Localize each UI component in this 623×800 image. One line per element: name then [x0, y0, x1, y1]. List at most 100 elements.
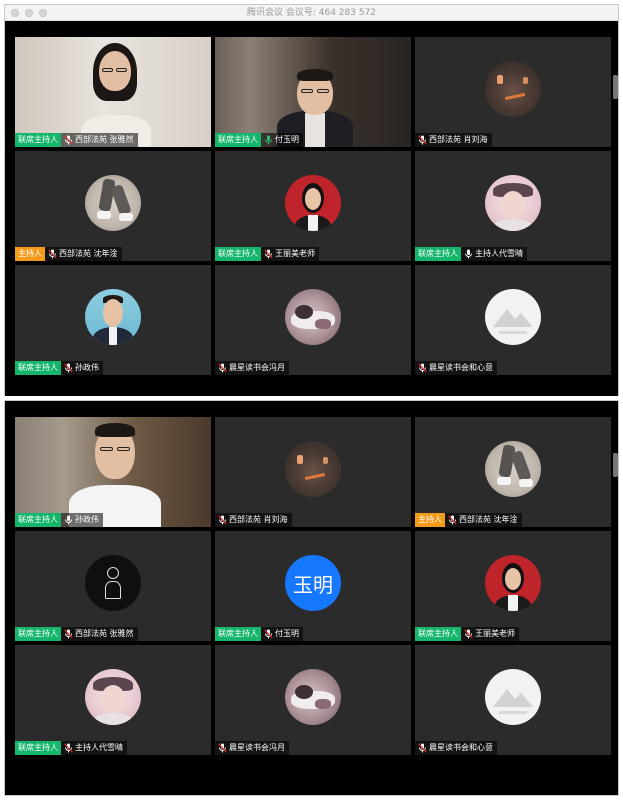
- participant-name: 西部法苑 张雅然: [75, 133, 138, 147]
- participant-name: 西部法苑 张雅然: [75, 627, 138, 641]
- participant-tile[interactable]: 联席主持人 主持人代雪晴: [415, 151, 611, 261]
- mic-icon: [461, 247, 475, 261]
- participant-name: 西部法苑 沈年淦: [459, 513, 522, 527]
- participant-name: 西部法苑 肖刘海: [229, 513, 292, 527]
- mic-muted-icon: [61, 627, 75, 641]
- participant-name-bar: 西部法苑 肖刘海: [415, 133, 492, 147]
- participant-name-bar: 晨星读书会和心意: [415, 361, 497, 375]
- participant-name: 付玉明: [275, 627, 303, 641]
- participant-tile[interactable]: 西部法苑 肖刘海: [415, 37, 611, 147]
- participant-name-bar: 晨星读书会冯月: [215, 361, 289, 375]
- title-bar: 腾讯会议 会议号: 464 283 572: [5, 5, 618, 21]
- participant-tile[interactable]: 晨星读书会和心意: [415, 265, 611, 375]
- cohost-badge: 联席主持人: [215, 627, 261, 641]
- cohost-badge: 联席主持人: [15, 741, 61, 755]
- mic-muted-icon: [61, 741, 75, 755]
- participant-name: 西部法苑 肖刘海: [429, 133, 492, 147]
- avatar: [85, 669, 141, 725]
- participant-tile[interactable]: 玉明 联席主持人 付玉明: [215, 531, 411, 641]
- participant-name-bar: 联席主持人 西部法苑 张雅然: [15, 133, 138, 147]
- video-feed: [215, 37, 411, 147]
- avatar: [85, 175, 141, 231]
- cohost-badge: 联席主持人: [215, 247, 261, 261]
- host-badge: 主持人: [15, 247, 45, 261]
- participant-name: 孙政伟: [75, 513, 103, 527]
- mic-icon: [61, 513, 75, 527]
- participant-name: 西部法苑 沈年淦: [59, 247, 122, 261]
- participant-name: 孙政伟: [75, 361, 103, 375]
- mic-muted-icon: [215, 513, 229, 527]
- mic-muted-icon: [45, 247, 59, 261]
- avatar: [485, 669, 541, 725]
- mic-muted-icon: [261, 247, 275, 261]
- avatar-initials: 玉明: [285, 555, 341, 611]
- participant-name: 付玉明: [275, 133, 303, 147]
- participant-tile[interactable]: 联席主持人 西部法苑 张雅然: [15, 37, 211, 147]
- scrollbar[interactable]: [613, 453, 618, 477]
- participant-name: 主持人代雪晴: [475, 247, 527, 261]
- participant-tile[interactable]: 联席主持人 付玉明: [215, 37, 411, 147]
- mic-muted-icon: [415, 361, 429, 375]
- participant-tile[interactable]: 联席主持人 王丽美老师: [215, 151, 411, 261]
- mic-muted-icon: [415, 741, 429, 755]
- avatar: [485, 555, 541, 611]
- avatar: [85, 289, 141, 345]
- participant-name-bar: 联席主持人 孙政伟: [15, 361, 103, 375]
- mic-muted-icon: [261, 627, 275, 641]
- participant-name: 晨星读书会和心意: [429, 741, 497, 755]
- participant-name-bar: 联席主持人 主持人代雪晴: [15, 741, 127, 755]
- participant-name: 主持人代雪晴: [75, 741, 127, 755]
- meeting-window-bottom: 联席主持人 孙政伟 西部法苑 肖刘海 主持人 西部法苑 沈年淦 联席主持人 西部…: [4, 400, 619, 796]
- cohost-badge: 联席主持人: [15, 513, 61, 527]
- video-feed: [15, 417, 211, 527]
- mic-muted-icon: [215, 741, 229, 755]
- mic-muted-icon: [61, 361, 75, 375]
- participant-name: 王丽美老师: [275, 247, 319, 261]
- participant-tile[interactable]: 晨星读书会冯月: [215, 265, 411, 375]
- avatar: [485, 61, 541, 117]
- participant-name-bar: 联席主持人 西部法苑 张雅然: [15, 627, 138, 641]
- scrollbar[interactable]: [613, 75, 618, 99]
- video-feed: [15, 37, 211, 147]
- participant-name: 晨星读书会冯月: [229, 741, 289, 755]
- avatar: [85, 555, 141, 611]
- cohost-badge: 联席主持人: [415, 247, 461, 261]
- participant-tile[interactable]: 主持人 西部法苑 沈年淦: [15, 151, 211, 261]
- participant-name-bar: 主持人 西部法苑 沈年淦: [415, 513, 522, 527]
- meeting-window-top: 腾讯会议 会议号: 464 283 572 联席主持人 西部法苑 张雅然 联席主…: [4, 4, 619, 396]
- participant-name-bar: 主持人 西部法苑 沈年淦: [15, 247, 122, 261]
- participant-name-bar: 联席主持人 主持人代雪晴: [415, 247, 527, 261]
- participant-name-bar: 联席主持人 孙政伟: [15, 513, 103, 527]
- cohost-badge: 联席主持人: [15, 133, 61, 147]
- mic-muted-icon: [461, 627, 475, 641]
- mic-muted-icon: [415, 133, 429, 147]
- participant-name-bar: 联席主持人 付玉明: [215, 627, 303, 641]
- participant-tile[interactable]: 晨星读书会冯月: [215, 645, 411, 755]
- participant-tile[interactable]: 联席主持人 王丽美老师: [415, 531, 611, 641]
- avatar: [485, 175, 541, 231]
- participant-name-bar: 晨星读书会和心意: [415, 741, 497, 755]
- participant-tile[interactable]: 晨星读书会和心意: [415, 645, 611, 755]
- mic-muted-icon: [445, 513, 459, 527]
- participant-tile[interactable]: 联席主持人 孙政伟: [15, 417, 211, 527]
- cohost-badge: 联席主持人: [215, 133, 261, 147]
- window-title: 腾讯会议 会议号: 464 283 572: [246, 8, 376, 18]
- participant-tile[interactable]: 联席主持人 西部法苑 张雅然: [15, 531, 211, 641]
- mic-muted-icon: [215, 361, 229, 375]
- avatar: [285, 175, 341, 231]
- avatar: [485, 289, 541, 345]
- participant-name-bar: 联席主持人 王丽美老师: [215, 247, 319, 261]
- participant-tile[interactable]: 主持人 西部法苑 沈年淦: [415, 417, 611, 527]
- participant-tile[interactable]: 联席主持人 主持人代雪晴: [15, 645, 211, 755]
- avatar: [285, 669, 341, 725]
- avatar: [285, 289, 341, 345]
- participant-name-bar: 联席主持人 王丽美老师: [415, 627, 519, 641]
- participant-name: 晨星读书会冯月: [229, 361, 289, 375]
- mountain-placeholder-icon: [493, 309, 533, 334]
- cohost-badge: 联席主持人: [415, 627, 461, 641]
- participant-tile[interactable]: 联席主持人 孙政伟: [15, 265, 211, 375]
- mountain-placeholder-icon: [493, 689, 533, 714]
- cohost-badge: 联席主持人: [15, 627, 61, 641]
- participant-tile[interactable]: 西部法苑 肖刘海: [215, 417, 411, 527]
- mic-muted-icon: [61, 133, 75, 147]
